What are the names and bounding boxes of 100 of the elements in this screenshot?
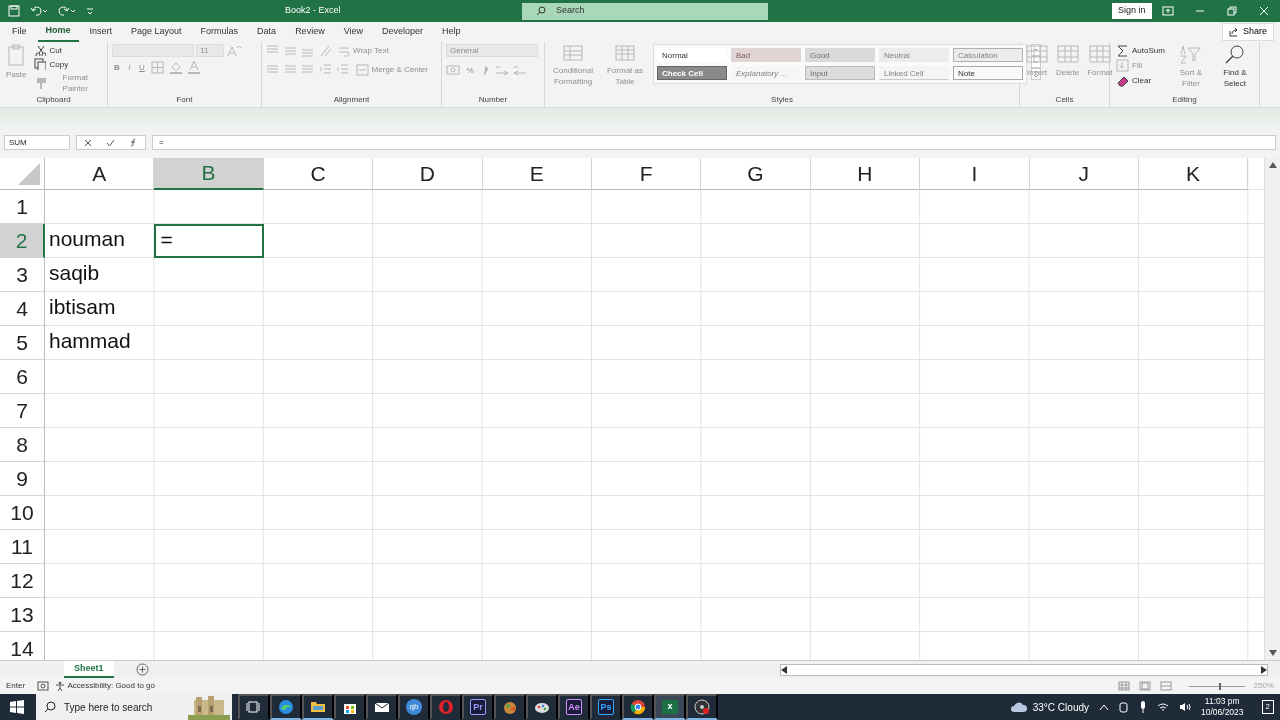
taskbar-app[interactable] [270, 694, 302, 720]
currency-icon [446, 63, 460, 77]
cloud-icon[interactable] [1010, 701, 1029, 713]
taskbar-app[interactable]: Ps [590, 694, 622, 720]
sheet-tab[interactable]: Sheet1 [64, 660, 114, 679]
name-box[interactable]: SUM [4, 135, 70, 150]
scroll-left-icon[interactable] [781, 665, 787, 674]
slider-thumb[interactable] [1219, 682, 1222, 690]
customize-icon[interactable] [86, 7, 94, 15]
ribbon-button[interactable]: Clear [1114, 74, 1167, 87]
camera-icon[interactable] [1119, 701, 1129, 713]
redo-icon[interactable] [58, 5, 76, 17]
sign-in-button[interactable]: Sign in [1112, 3, 1152, 19]
taskbar-app[interactable] [686, 694, 718, 720]
menu-tab[interactable]: View [335, 23, 371, 41]
close-icon[interactable] [1258, 5, 1270, 17]
share-button[interactable]: Share [1221, 23, 1274, 41]
taskbar-app[interactable] [334, 694, 366, 720]
row-header[interactable]: 8 [0, 428, 45, 462]
table-cell[interactable]: nouman [45, 224, 155, 258]
column-header[interactable]: E [482, 158, 592, 190]
macro-record-icon[interactable] [37, 681, 50, 691]
row-header[interactable]: 4 [0, 292, 45, 326]
menu-tab[interactable]: Review [287, 23, 333, 41]
add-sheet-icon[interactable] [135, 663, 149, 676]
row-header[interactable]: 10 [0, 496, 45, 530]
scroll-up-icon[interactable] [1268, 162, 1277, 168]
insert-cells-icon [1026, 44, 1048, 64]
horizontal-scrollbar[interactable] [780, 663, 1268, 676]
column-header[interactable]: J [1029, 158, 1139, 190]
chevron-up-icon[interactable] [1099, 703, 1109, 711]
formula-field[interactable]: = [152, 135, 1276, 150]
table-cell[interactable]: hammad [45, 326, 155, 360]
windows-start-icon[interactable] [10, 700, 24, 714]
row-header[interactable]: 5 [0, 326, 45, 360]
row-header[interactable]: 6 [0, 360, 45, 394]
cancel-icon[interactable] [84, 138, 92, 147]
taskbar-app[interactable] [526, 694, 558, 720]
taskbar-app[interactable] [494, 694, 526, 720]
column-header[interactable]: C [263, 158, 374, 190]
weather-text[interactable]: 33°C Cloudy [1032, 699, 1089, 715]
menu-tab[interactable]: Insert [81, 23, 121, 41]
ring-icon [438, 699, 454, 715]
restore-icon[interactable] [1226, 5, 1238, 17]
wifi-icon[interactable] [1157, 702, 1169, 712]
column-header[interactable]: A [45, 158, 155, 190]
column-header[interactable]: F [591, 158, 702, 190]
undo-icon[interactable] [30, 5, 48, 17]
row-header[interactable]: 3 [0, 258, 45, 292]
ribbon-button[interactable]: Cut [32, 44, 103, 56]
orientation-icon [318, 44, 332, 57]
accessibility-icon[interactable] [55, 681, 66, 691]
menu-tab[interactable]: Help [434, 23, 469, 41]
ribbon-display-icon[interactable] [1162, 5, 1174, 17]
accessibility-status[interactable]: Accessibility: Good to go [67, 680, 155, 692]
ribbon-button[interactable]: AutoSum [1114, 44, 1167, 57]
taskbar-app[interactable]: Pr [462, 694, 494, 720]
window-title: Book2 - Excel [285, 4, 341, 18]
sigma-icon [1116, 44, 1129, 57]
row-header[interactable]: 2 [0, 224, 45, 258]
column-header[interactable]: G [701, 158, 811, 190]
menu-tab[interactable]: Page Layout [123, 23, 190, 41]
row-header[interactable]: 12 [0, 564, 45, 598]
row-header[interactable]: 11 [0, 530, 45, 564]
ribbon-button[interactable]: Find & Select [1214, 44, 1255, 89]
function-icon[interactable] [129, 138, 138, 147]
column-header[interactable]: B [154, 158, 264, 190]
clock-date[interactable]: 10/06/2023 [1201, 707, 1244, 718]
scroll-down-icon[interactable] [1268, 650, 1277, 656]
column-header[interactable]: K [1138, 158, 1249, 190]
menu-tab[interactable]: Formulas [192, 23, 247, 41]
column-header[interactable]: I [920, 158, 1030, 190]
enter-icon[interactable] [106, 138, 115, 147]
row-header[interactable]: 7 [0, 394, 45, 428]
column-header[interactable]: H [810, 158, 921, 190]
notification-badge[interactable]: 2 [1261, 700, 1274, 714]
scroll-right-icon[interactable] [1261, 665, 1267, 674]
menu-tab[interactable]: Developer [374, 23, 432, 41]
taskbar-app[interactable]: x [654, 694, 686, 720]
column-header[interactable]: D [373, 158, 483, 190]
taskbar-app[interactable]: Ae [558, 694, 590, 720]
table-cell[interactable]: saqib [45, 258, 155, 292]
menu-tab[interactable]: File [4, 23, 35, 41]
taskbar-app[interactable]: qb [398, 694, 430, 720]
row-header[interactable]: 1 [0, 190, 45, 224]
speaker-icon[interactable] [1179, 702, 1191, 712]
row-header[interactable]: 13 [0, 598, 45, 632]
save-icon[interactable] [8, 5, 20, 17]
search-field[interactable]: Search [522, 2, 768, 20]
microphone-icon[interactable] [1139, 701, 1147, 713]
row-header[interactable]: 9 [0, 462, 45, 496]
taskbar-app[interactable] [366, 694, 398, 720]
clock-time[interactable]: 11:03 pm [1201, 696, 1244, 707]
taskbar-app[interactable] [302, 694, 334, 720]
ribbon-button[interactable]: Copy [32, 58, 103, 70]
taskbar-app[interactable] [238, 694, 270, 720]
magnifier-icon [1223, 44, 1246, 64]
menu-tab[interactable]: Data [249, 23, 285, 41]
table-cell[interactable]: = [154, 224, 264, 258]
table-cell[interactable]: ibtisam [45, 292, 155, 326]
